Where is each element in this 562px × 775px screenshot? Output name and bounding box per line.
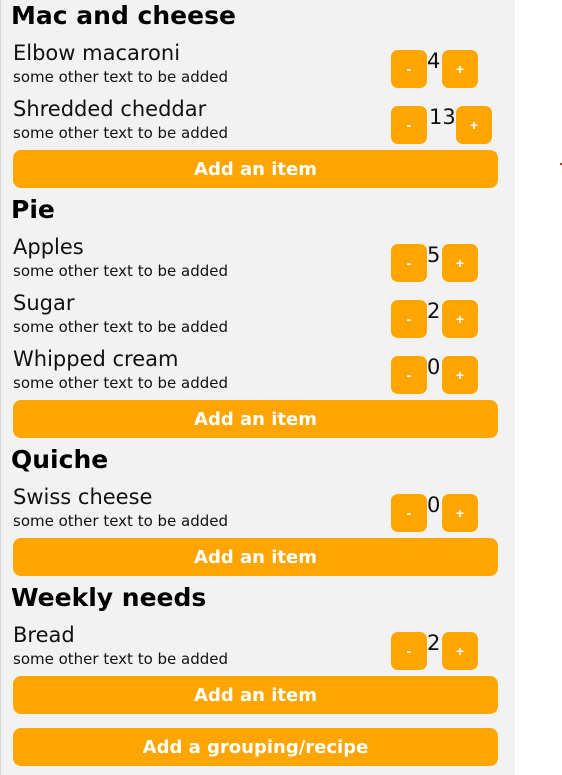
add-item-button[interactable]: Add an item [13,150,498,188]
item-description: some other text to be added [13,68,229,86]
item-description: some other text to be added [13,318,229,336]
decrement-button[interactable]: - [391,244,427,282]
item-description: some other text to be added [13,124,229,142]
add-grouping-button[interactable]: Add a grouping/recipe [13,728,498,766]
quantity-value: 2 [427,299,441,323]
group-title: Mac and cheese [11,1,236,30]
list-item: Elbow macaroni some other text to be add… [1,40,515,96]
decrement-button[interactable]: - [391,356,427,394]
decrement-button[interactable]: - [391,494,427,532]
group-title: Weekly needs [11,583,207,612]
quantity-value: 13 [429,105,456,129]
item-description: some other text to be added [13,262,229,280]
increment-button[interactable]: + [456,106,492,144]
list-item: Bread some other text to be added - 2 + [1,622,515,678]
quantity-value: 2 [427,631,441,655]
increment-button[interactable]: + [442,356,478,394]
quantity-value: 5 [427,243,441,267]
decrement-button[interactable]: - [391,632,427,670]
item-name: Swiss cheese [13,485,153,509]
item-name: Sugar [13,291,75,315]
group-title: Quiche [11,445,109,474]
quantity-value: 4 [427,49,441,73]
item-name: Whipped cream [13,347,179,371]
quantity-value: 0 [427,493,441,517]
list-item: Whipped cream some other text to be adde… [1,346,515,402]
increment-button[interactable]: + [442,244,478,282]
add-item-button[interactable]: Add an item [13,538,498,576]
item-description: some other text to be added [13,374,229,392]
quantity-value: 0 [427,355,441,379]
item-name: Bread [13,623,75,647]
increment-button[interactable]: + [442,494,478,532]
add-item-button[interactable]: Add an item [13,400,498,438]
list-item: Apples some other text to be added - 5 + [1,234,515,290]
increment-button[interactable]: + [442,632,478,670]
increment-button[interactable]: + [442,50,478,88]
list-item: Shredded cheddar some other text to be a… [1,96,515,152]
add-item-button[interactable]: Add an item [13,676,498,714]
list-item: Sugar some other text to be added - 2 + [1,290,515,346]
item-description: some other text to be added [13,512,229,530]
decrement-button[interactable]: - [391,106,427,144]
list-item: Swiss cheese some other text to be added… [1,484,515,540]
item-name: Shredded cheddar [13,97,207,121]
shopping-list-panel: Mac and cheese Elbow macaroni some other… [0,0,515,775]
group-title: Pie [11,195,55,224]
item-description: some other text to be added [13,650,229,668]
item-name: Elbow macaroni [13,41,181,65]
decrement-button[interactable]: - [391,300,427,338]
item-name: Apples [13,235,84,259]
decrement-button[interactable]: - [391,50,427,88]
increment-button[interactable]: + [442,300,478,338]
